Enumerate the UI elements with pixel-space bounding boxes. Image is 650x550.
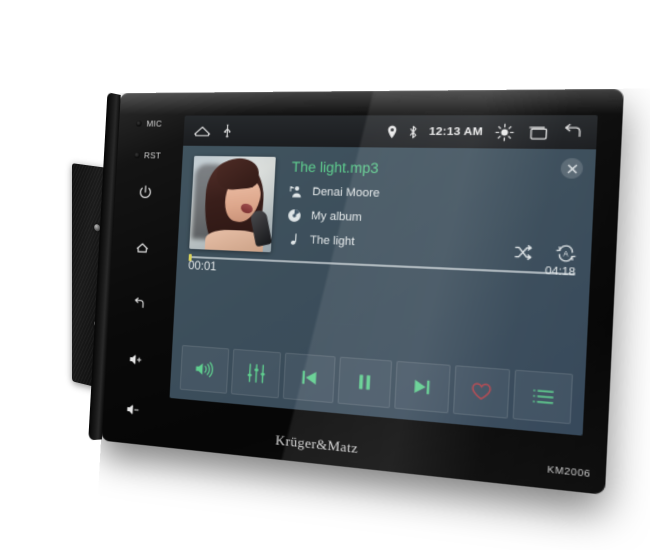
speaker-icon: [195, 358, 216, 380]
total-time: 04:18: [544, 265, 576, 291]
heart-icon: [470, 381, 493, 403]
screen-glare: [100, 88, 624, 495]
album-art: [189, 155, 276, 253]
playback-mode-icons: A: [513, 242, 577, 263]
song-row: The light: [286, 232, 577, 258]
next-track-icon: [414, 379, 430, 395]
front-bezel: MIC RST 12:13 AM The light.mp3 Denai Moo…: [100, 88, 624, 495]
next-button[interactable]: [394, 360, 451, 414]
album-row: My album: [287, 208, 578, 232]
album-disc-icon: [287, 209, 301, 222]
status-bar-right: 12:13 AM: [386, 122, 585, 142]
status-bar: 12:13 AM: [183, 115, 598, 150]
favorite-button[interactable]: [452, 365, 511, 419]
volume-button[interactable]: [179, 344, 230, 394]
artist-name: Denai Moore: [312, 185, 381, 200]
back-icon[interactable]: [561, 123, 585, 141]
product-photo-scene: MIC RST 12:13 AM The light.mp3 Denai Moo…: [0, 0, 650, 550]
reset-dot-icon: [133, 152, 140, 159]
previous-button[interactable]: [283, 352, 336, 404]
equalizer-button[interactable]: [230, 348, 282, 399]
mic-dot-icon: [136, 120, 143, 127]
artist-row: Denai Moore: [288, 184, 579, 206]
location-pin-icon: [387, 125, 397, 138]
status-bar-clock: 12:13 AM: [428, 125, 484, 139]
car-head-unit: MIC RST 12:13 AM The light.mp3 Denai Moo…: [88, 88, 624, 495]
volume-down-button[interactable]: [104, 399, 163, 421]
close-button[interactable]: [560, 158, 584, 179]
equalizer-icon: [245, 362, 266, 384]
reset-control[interactable]: RST: [118, 150, 177, 161]
transport-controls: [179, 344, 574, 425]
progress-bar[interactable]: 00:01 04:18: [187, 253, 576, 292]
svg-text:A: A: [563, 251, 570, 258]
home-button[interactable]: [113, 239, 172, 257]
progress-thumb[interactable]: [188, 253, 192, 262]
home-icon[interactable]: [191, 124, 213, 138]
playlist-icon: [531, 387, 555, 407]
album-name: My album: [310, 209, 363, 225]
brand-label: Krüger&Matz: [275, 431, 359, 457]
back-icon: [135, 297, 144, 308]
power-button[interactable]: [116, 184, 175, 201]
repeat-all-icon[interactable]: A: [555, 244, 577, 263]
volume-up-icon: [130, 355, 142, 365]
back-button[interactable]: [110, 294, 169, 314]
current-time: 00:01: [187, 259, 217, 274]
song-name: The light: [309, 233, 355, 249]
progress-track[interactable]: [188, 253, 576, 276]
mic-control: MIC: [120, 119, 179, 129]
reset-label: RST: [143, 150, 162, 161]
mic-label: MIC: [146, 118, 163, 129]
pause-button[interactable]: [337, 356, 393, 409]
volume-down-icon: [127, 404, 139, 414]
playlist-button[interactable]: [512, 369, 574, 425]
artist-icon: [288, 184, 302, 198]
recents-icon[interactable]: [526, 124, 550, 141]
time-row: 00:01 04:18: [187, 259, 576, 292]
home-icon: [137, 243, 148, 254]
model-label: KM2006: [547, 463, 592, 480]
brightness-icon[interactable]: [494, 122, 515, 141]
usb-icon: [222, 124, 234, 138]
bluetooth-icon: [407, 125, 418, 139]
touchscreen[interactable]: 12:13 AM The light.mp3 Denai Moore My al…: [169, 115, 598, 436]
pause-icon: [359, 374, 371, 390]
shuffle-icon[interactable]: [513, 243, 534, 261]
track-metadata: The light.mp3 Denai Moore My album The l…: [285, 157, 584, 265]
previous-track-icon: [302, 370, 317, 385]
track-title: The light.mp3: [291, 159, 379, 177]
now-playing-row: The light.mp3 Denai Moore My album The l…: [189, 155, 584, 265]
power-icon: [140, 186, 152, 199]
volume-up-button[interactable]: [107, 349, 166, 370]
close-icon: [566, 163, 577, 173]
music-note-icon: [290, 232, 301, 246]
music-player: The light.mp3 Denai Moore My album The l…: [169, 145, 597, 436]
